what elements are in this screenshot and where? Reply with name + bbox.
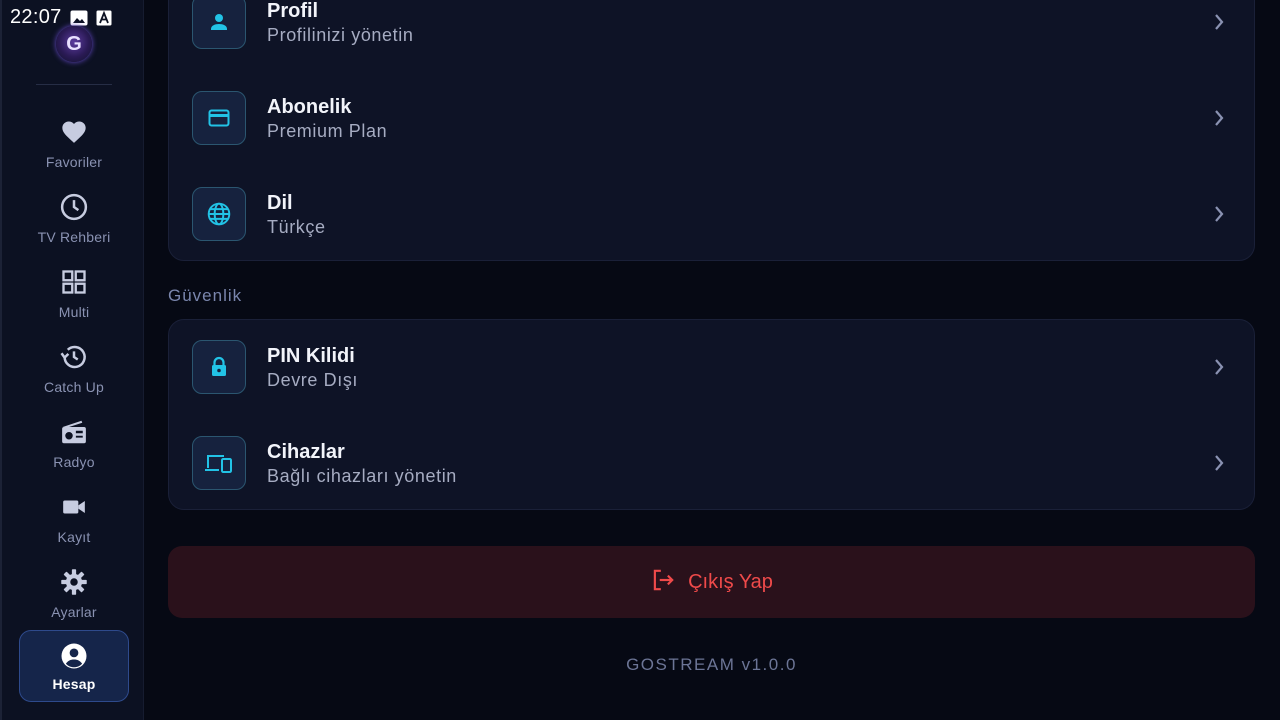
chevron-right-icon	[1212, 203, 1226, 230]
person-icon	[192, 0, 246, 49]
sidebar: 22:07 G Favoriler TV Rehberi Multi Catch…	[0, 0, 144, 720]
settings-row-cihazlar[interactable]: Cihazlar Bağlı cihazları yönetin	[169, 436, 1254, 532]
gear-icon	[59, 566, 89, 598]
sidebar-item-hesap[interactable]: Hesap	[19, 630, 129, 702]
account-icon	[59, 640, 89, 672]
settings-row-abonelik[interactable]: Abonelik Premium Plan	[169, 91, 1254, 187]
credit-card-icon	[192, 91, 246, 145]
logout-label: Çıkış Yap	[688, 570, 773, 593]
settings-row-dil[interactable]: Dil Türkçe	[169, 187, 1254, 283]
sidebar-divider	[36, 84, 112, 85]
row-subtitle: Devre Dışı	[267, 370, 359, 390]
sidebar-item-label: Kayıt	[57, 529, 91, 545]
row-title: Cihazlar	[267, 441, 345, 463]
status-bar: 22:07	[10, 6, 112, 29]
devices-icon	[192, 436, 246, 490]
app-version: GOSTREAM v1.0.0	[626, 655, 797, 674]
globe-icon	[192, 187, 246, 241]
history-icon	[59, 341, 89, 373]
radio-icon	[59, 416, 89, 448]
row-title: Profil	[267, 0, 319, 22]
status-time: 22:07	[10, 6, 62, 28]
logout-button[interactable]: Çıkış Yap	[168, 546, 1255, 618]
security-settings-card: PIN Kilidi Devre Dışı Cihazlar Bağlı cih…	[168, 319, 1255, 510]
section-title-guvenlik: Güvenlik	[168, 286, 243, 305]
sidebar-item-radyo[interactable]: Radyo	[19, 414, 129, 484]
chevron-right-icon	[1212, 107, 1226, 134]
sidebar-item-label: Hesap	[52, 676, 96, 692]
settings-row-profil[interactable]: Profil Profilinizi yönetin	[169, 0, 1254, 91]
font-icon	[96, 10, 112, 26]
sidebar-item-favoriler[interactable]: Favoriler	[19, 114, 129, 184]
row-title: Abonelik	[267, 96, 352, 118]
sidebar-item-label: Catch Up	[44, 379, 104, 395]
sidebar-item-multi[interactable]: Multi	[19, 264, 129, 334]
sidebar-item-label: Multi	[58, 304, 90, 320]
grid-icon	[60, 266, 88, 298]
chevron-right-icon	[1212, 452, 1226, 479]
sidebar-item-tv-rehberi[interactable]: TV Rehberi	[19, 189, 129, 259]
image-icon	[70, 10, 88, 26]
video-camera-icon	[59, 491, 89, 523]
settings-row-pin-kilidi[interactable]: PIN Kilidi Devre Dışı	[169, 340, 1254, 436]
chevron-right-icon	[1212, 11, 1226, 38]
sidebar-item-ayarlar[interactable]: Ayarlar	[19, 564, 129, 634]
sidebar-item-catch-up[interactable]: Catch Up	[19, 339, 129, 409]
chevron-right-icon	[1212, 356, 1226, 383]
row-subtitle: Premium Plan	[267, 121, 388, 141]
row-subtitle: Türkçe	[267, 217, 326, 237]
account-settings-card: Profil Profilinizi yönetin Abonelik Prem…	[168, 0, 1255, 261]
heart-icon	[59, 116, 89, 148]
sidebar-item-label: TV Rehberi	[37, 229, 111, 245]
row-title: Dil	[267, 192, 293, 214]
sidebar-item-label: Ayarlar	[51, 604, 97, 620]
sidebar-item-kayit[interactable]: Kayıt	[19, 489, 129, 559]
sidebar-item-label: Radyo	[53, 454, 95, 470]
app-logo: G	[56, 26, 92, 62]
row-subtitle: Bağlı cihazları yönetin	[267, 466, 457, 486]
sidebar-item-label: Favoriler	[45, 154, 103, 170]
logout-icon	[650, 567, 676, 598]
row-subtitle: Profilinizi yönetin	[267, 25, 414, 45]
clock-icon	[59, 191, 89, 223]
row-title: PIN Kilidi	[267, 345, 355, 367]
lock-icon	[192, 340, 246, 394]
